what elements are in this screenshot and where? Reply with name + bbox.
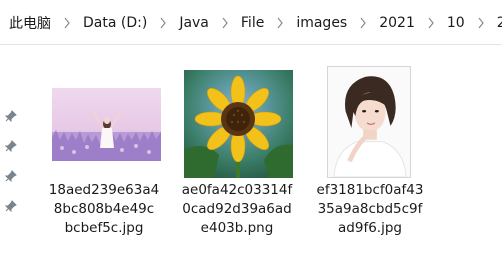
pin-icon[interactable]	[3, 198, 19, 214]
file-name-line: bcbef5c.jpg	[64, 220, 144, 236]
breadcrumb-item-29[interactable]: 29	[494, 15, 502, 31]
chevron-right-icon[interactable]	[350, 0, 376, 45]
chevron-right-icon[interactable]	[418, 0, 444, 45]
file-item[interactable]: 18aed239e63a4 8bc808b4e49c bcbef5c.jpg	[44, 46, 164, 262]
image-thumbnail	[52, 88, 161, 161]
chevron-right-icon[interactable]	[54, 0, 80, 45]
file-name-line: 35a9a8cbd5c9f	[317, 201, 423, 217]
file-name: ef3181bcf0af43 35a9a8cbd5c9f ad9f6.jpg	[310, 181, 430, 238]
file-item[interactable]: ae0fa42c03314f 0cad92d39a6ad e403b.png	[177, 46, 297, 262]
file-name-line: ef3181bcf0af43	[316, 182, 424, 198]
navigation-pane-edge	[0, 46, 24, 262]
breadcrumb-item-10[interactable]: 10	[444, 15, 468, 31]
file-name-line: 8bc808b4e49c	[53, 201, 155, 217]
breadcrumb-item-drive[interactable]: Data (D:)	[80, 15, 150, 31]
file-name: ae0fa42c03314f 0cad92d39a6ad e403b.png	[177, 181, 297, 238]
address-bar: 此电脑 Data (D:) Java File images 2021 10 2…	[0, 0, 502, 45]
breadcrumb-item-java[interactable]: Java	[176, 15, 212, 31]
file-name: 18aed239e63a4 8bc808b4e49c bcbef5c.jpg	[44, 181, 164, 238]
chevron-right-icon[interactable]	[150, 0, 176, 45]
file-name-line: e403b.png	[200, 220, 274, 236]
file-name-line: ae0fa42c03314f	[181, 182, 293, 198]
file-name-line: ad9f6.jpg	[338, 220, 402, 236]
file-name-line: 18aed239e63a4	[48, 182, 160, 198]
breadcrumb-item-this-pc[interactable]: 此电脑	[6, 13, 54, 33]
file-list-pane: 18aed239e63a4 8bc808b4e49c bcbef5c.jpg a…	[0, 46, 502, 262]
image-thumbnail	[184, 70, 293, 178]
breadcrumb-item-2021[interactable]: 2021	[376, 15, 418, 31]
pin-icon[interactable]	[3, 108, 19, 124]
file-name-line: 0cad92d39a6ad	[182, 201, 292, 217]
pin-icon[interactable]	[3, 168, 19, 184]
chevron-right-icon[interactable]	[468, 0, 494, 45]
pin-icon[interactable]	[3, 138, 19, 154]
image-thumbnail	[327, 66, 411, 178]
breadcrumb-item-file[interactable]: File	[238, 15, 267, 31]
breadcrumb-item-images[interactable]: images	[293, 15, 350, 31]
chevron-right-icon[interactable]	[267, 0, 293, 45]
breadcrumb: 此电脑 Data (D:) Java File images 2021 10 2…	[0, 0, 502, 45]
file-item[interactable]: ef3181bcf0af43 35a9a8cbd5c9f ad9f6.jpg	[310, 46, 430, 262]
chevron-right-icon[interactable]	[212, 0, 238, 45]
